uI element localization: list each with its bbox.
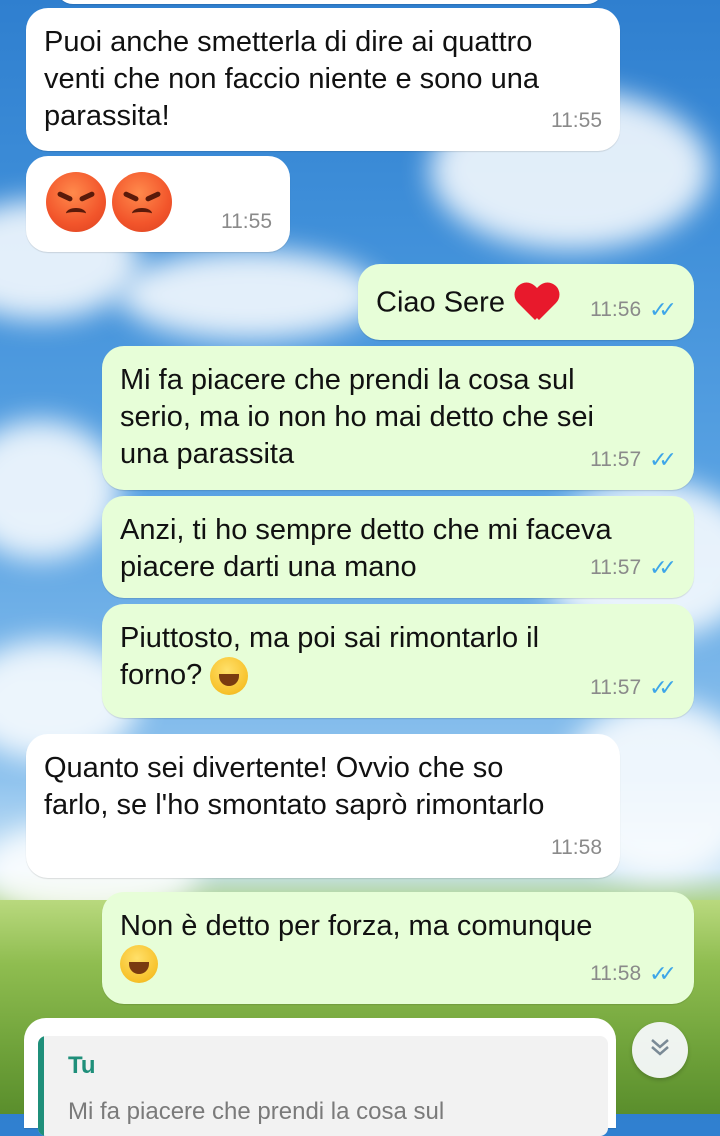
message-bubble-outgoing[interactable]: Ciao Sere 11:56 ✓✓ [358,264,694,340]
message-meta: 11:57 ✓✓ [590,441,677,478]
message-time: 11:55 [221,210,272,233]
double-check-icon: ✓✓ [649,675,677,700]
message-time: 11:58 [551,836,602,859]
message-text: Quanto sei divertente! Ovvio che so farl… [44,752,545,821]
angry-face-emoji-icon [46,172,106,232]
message-time: 11:58 [590,962,642,985]
message-time: 11:57 [590,448,642,471]
message-time: 11:57 [590,676,642,699]
message-meta: 11:55 [551,102,602,139]
message-meta: 11:57 ✓✓ [590,669,677,706]
message-bubble-incoming[interactable]: 11:55 [26,156,290,252]
red-heart-emoji-icon [515,284,559,324]
scroll-to-bottom-button[interactable] [632,1022,688,1078]
message-text: Non è detto per forza, ma comunque [120,908,592,984]
angry-face-emoji-icon [112,172,172,232]
message-text: Ciao Sere [376,284,559,324]
message-text: Puoi anche smetterla di dire ai quattro … [44,26,539,132]
message-time: 11:57 [590,556,642,579]
quote-text: Mi fa piacere che prendi la cosa sul [68,1098,445,1125]
message-bubble-outgoing[interactable]: Non è detto per forza, ma comunque 11:58… [102,892,694,1004]
message-meta: 11:57 ✓✓ [590,549,677,586]
quoted-message[interactable]: Tu Mi fa piacere che prendi la cosa sul [38,1036,608,1136]
message-bubble-outgoing[interactable]: Mi fa piacere che prendi la cosa sul ser… [102,346,694,490]
message-bubble-outgoing[interactable]: Piuttosto, ma poi sai rimontarlo il forn… [102,604,694,718]
message-bubble-incoming[interactable]: Puoi anche smetterla di dire ai quattro … [26,8,620,151]
chevron-down-double-icon [647,1034,673,1067]
double-check-icon: ✓✓ [649,555,677,580]
message-meta: 11:55 [221,203,272,240]
quote-accent-bar [38,1036,44,1136]
previous-message-bubble[interactable] [56,0,604,4]
double-check-icon: ✓✓ [649,297,677,322]
message-meta: 11:56 ✓✓ [590,291,677,328]
message-bubble-outgoing[interactable]: Anzi, ti ho sempre detto che mi faceva p… [102,496,694,598]
message-meta: 11:58 [551,829,602,866]
quote-author: Tu [68,1052,96,1079]
message-time: 11:55 [551,109,602,132]
double-check-icon: ✓✓ [649,961,677,986]
double-check-icon: ✓✓ [649,447,677,472]
message-text: Anzi, ti ho sempre detto che mi faceva p… [120,514,612,583]
rolling-laughing-emoji-icon [210,657,249,696]
message-bubble-incoming-reply[interactable]: Tu Mi fa piacere che prendi la cosa sul [24,1018,616,1136]
message-text [46,172,172,232]
message-text: Mi fa piacere che prendi la cosa sul ser… [120,364,594,470]
grinning-sweat-emoji-icon [120,945,158,984]
message-meta: 11:58 ✓✓ [590,955,677,992]
message-text: Piuttosto, ma poi sai rimontarlo il forn… [120,620,539,696]
message-bubble-incoming[interactable]: Quanto sei divertente! Ovvio che so farl… [26,734,620,878]
message-time: 11:56 [590,298,642,321]
